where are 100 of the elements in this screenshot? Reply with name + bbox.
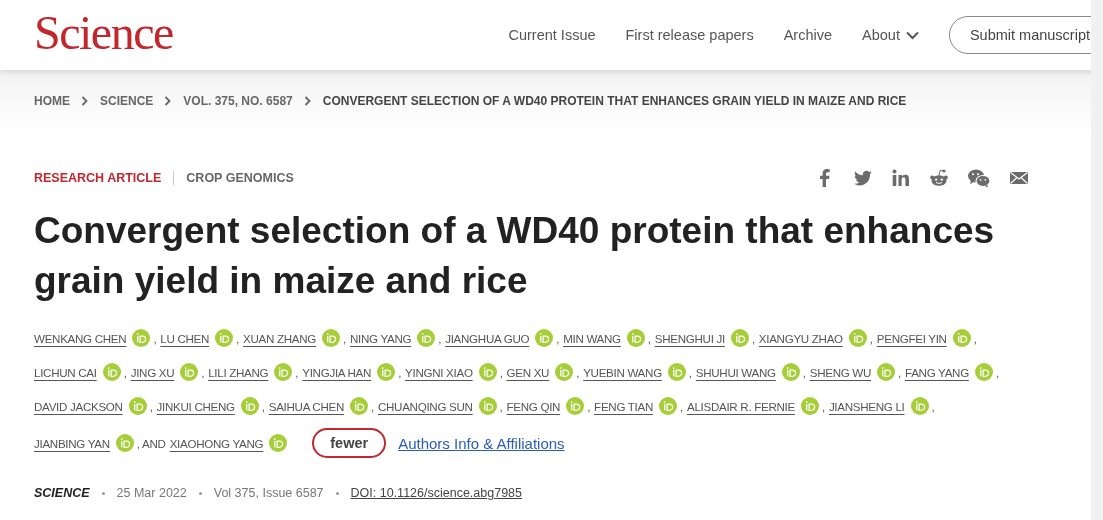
separator: , — [647, 331, 651, 345]
twitter-icon[interactable] — [853, 168, 873, 188]
affiliations-link[interactable]: Authors Info & Affiliations — [398, 434, 565, 452]
author-link[interactable]: MIN WANG — [563, 331, 621, 345]
separator: , — [995, 365, 999, 379]
author-link[interactable]: JIANBING YAN — [34, 436, 110, 450]
separator: , — [802, 365, 806, 379]
chevron-right-icon — [164, 96, 173, 106]
fewer-button[interactable]: fewer — [312, 428, 387, 458]
breadcrumb-link[interactable]: HOME — [34, 94, 70, 108]
separator: , — [236, 331, 240, 345]
orcid-icon[interactable] — [115, 434, 134, 452]
author-link[interactable]: LU CHEN — [160, 331, 210, 345]
orcid-icon[interactable] — [478, 397, 497, 415]
volume-issue: Vol 375, Issue 6587 — [213, 486, 324, 500]
orcid-icon[interactable] — [128, 397, 147, 415]
orcid-icon[interactable] — [132, 329, 151, 347]
logo[interactable]: Science — [34, 4, 173, 60]
separator: , — [123, 365, 127, 379]
author-link[interactable]: NING YANG — [349, 331, 412, 345]
author-link[interactable]: FANG YANG — [905, 365, 969, 379]
author-link[interactable]: SAIHUA CHEN — [268, 399, 345, 413]
orcid-icon[interactable] — [478, 363, 497, 381]
author-link[interactable]: JIANSHENG LI — [828, 399, 905, 413]
orcid-icon[interactable] — [730, 329, 749, 347]
journal-name: SCIENCE — [34, 486, 90, 500]
author-link[interactable]: JINKUI CHENG — [156, 399, 235, 413]
author-link[interactable]: WENKANG CHEN — [34, 331, 127, 345]
author-link[interactable]: LILI ZHANG — [208, 365, 269, 379]
orcid-icon[interactable] — [417, 329, 436, 347]
orcid-icon[interactable] — [535, 329, 554, 347]
author-link[interactable]: SHENGHUI JI — [654, 331, 725, 345]
doi-link[interactable]: DOI: 10.1126/science.abg7985 — [350, 486, 522, 500]
orcid-icon[interactable] — [555, 363, 574, 381]
author-link[interactable]: YUEBIN WANG — [583, 365, 662, 379]
article-type: RESEARCH ARTICLE — [34, 171, 162, 185]
author-link[interactable]: PENGFEI YIN — [876, 331, 947, 345]
orcid-icon[interactable] — [180, 363, 199, 381]
article-section[interactable]: CROP GENOMICS — [186, 171, 294, 185]
reddit-icon[interactable] — [929, 168, 949, 188]
author-link[interactable]: ALISDAIR R. FERNIE — [686, 399, 795, 413]
orcid-icon[interactable] — [269, 434, 288, 452]
separator: , — [371, 399, 374, 413]
separator: , — [751, 331, 755, 345]
author-link[interactable]: JIANGHUA GUO — [445, 331, 530, 345]
publication-date: 25 Mar 2022 — [116, 486, 187, 500]
orcid-icon[interactable] — [377, 363, 396, 381]
orcid-icon[interactable] — [659, 397, 678, 415]
author-link[interactable]: GEN XU — [506, 365, 550, 379]
orcid-icon[interactable] — [952, 329, 971, 347]
separator: , — [973, 331, 977, 345]
chevron-right-icon — [303, 96, 312, 106]
orcid-icon[interactable] — [877, 363, 896, 381]
author-link[interactable]: FENG TIAN — [594, 399, 654, 413]
nav-link[interactable]: Current Issue — [508, 27, 596, 43]
orcid-icon[interactable] — [215, 329, 234, 347]
breadcrumb-link[interactable]: SCIENCE — [100, 94, 154, 108]
author-link[interactable]: YINGNI XIAO — [405, 365, 473, 379]
orcid-icon[interactable] — [240, 397, 259, 415]
orcid-icon[interactable] — [848, 329, 867, 347]
nav-link[interactable]: First release papers — [625, 27, 754, 43]
nav-link[interactable]: Archive — [783, 27, 832, 43]
author-link[interactable]: SHUHUI WANG — [695, 365, 776, 379]
breadcrumb-link[interactable]: VOL. 375, NO. 6587 — [183, 94, 293, 108]
separator: , — [149, 399, 153, 413]
separator: , — [821, 399, 825, 413]
orcid-icon[interactable] — [800, 397, 819, 415]
separator: , — [499, 399, 503, 413]
orcid-icon[interactable] — [274, 363, 293, 381]
nav-link[interactable]: About — [862, 27, 919, 43]
author-link[interactable]: SHENG WU — [809, 365, 872, 379]
orcid-icon[interactable] — [350, 397, 369, 415]
author-link[interactable]: YINGJIA HAN — [302, 365, 372, 379]
wechat-icon[interactable] — [967, 168, 991, 188]
separator: , — [869, 331, 873, 345]
author-link[interactable]: DAVID JACKSON — [34, 399, 123, 413]
orcid-icon[interactable] — [322, 329, 341, 347]
separator: , — [576, 365, 580, 379]
author-link[interactable]: XUAN ZHANG — [243, 331, 317, 345]
orcid-icon[interactable] — [974, 363, 993, 381]
author-link[interactable]: XIAOHONG YANG — [169, 436, 264, 450]
author-link[interactable]: JING XU — [130, 365, 175, 379]
breadcrumb-link[interactable]: CONVERGENT SELECTION OF A WD40 PROTEIN THAT ENHANCES GRAIN YIELD IN MAIZE AND RICE — [322, 94, 907, 108]
orcid-icon[interactable] — [910, 397, 929, 415]
author-link[interactable]: LICHUN CAI — [34, 365, 97, 379]
orcid-icon[interactable] — [566, 397, 585, 415]
author-link[interactable]: FENG QIN — [506, 399, 561, 413]
orcid-icon[interactable] — [626, 329, 645, 347]
separator: , — [438, 331, 442, 345]
orcid-icon[interactable] — [667, 363, 686, 381]
orcid-icon[interactable] — [781, 363, 800, 381]
separator: , — [688, 365, 692, 379]
linkedin-icon[interactable] — [891, 168, 911, 188]
scrollbar[interactable] — [1091, 0, 1103, 520]
separator: , — [587, 399, 591, 413]
orcid-icon[interactable] — [102, 363, 121, 381]
separator: , AND — [136, 436, 166, 450]
article-title: Convergent selection of a WD40 protein that enhances grain yield in maize and rice — [34, 209, 996, 303]
author-link[interactable]: XIANGYU ZHAO — [758, 331, 843, 345]
author-link[interactable]: CHUANQING SUN — [377, 399, 473, 413]
